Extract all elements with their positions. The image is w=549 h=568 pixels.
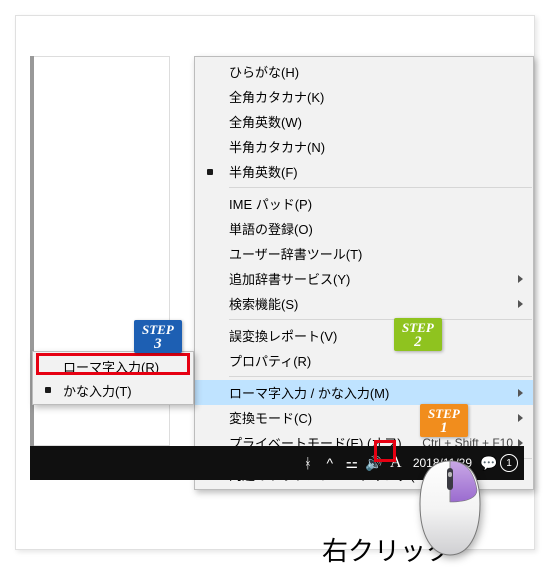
submenu-arrow-icon xyxy=(518,414,523,422)
menu-ime-pad[interactable]: IME パッド(P) xyxy=(195,191,533,216)
network-icon[interactable]: ⚍ xyxy=(341,455,363,472)
step-word: STEP xyxy=(428,407,460,421)
submenu-romaji[interactable]: ローマ字入力(R) xyxy=(33,354,193,378)
menu-label: IME パッド(P) xyxy=(229,194,312,213)
menu-label: ローマ字入力(R) xyxy=(63,357,159,376)
checked-icon xyxy=(45,387,51,393)
taskbar-badge[interactable]: 1 xyxy=(500,454,518,472)
submenu-arrow-icon xyxy=(518,300,523,308)
menu-romaji-kana[interactable]: ローマ字入力 / かな入力(M) xyxy=(195,380,533,405)
menu-register-word[interactable]: 単語の登録(O) xyxy=(195,216,533,241)
mouse-illustration xyxy=(414,458,486,558)
checked-icon xyxy=(207,169,213,175)
step-3-badge: STEP3 xyxy=(134,320,182,353)
menu-separator xyxy=(229,187,532,188)
menu-label: 全角カタカナ(K) xyxy=(229,87,324,106)
menu-label: 単語の登録(O) xyxy=(229,219,313,238)
menu-extra-dict[interactable]: 追加辞書サービス(Y) xyxy=(195,266,533,291)
step-number: 2 xyxy=(414,335,422,349)
volume-icon[interactable]: 🔊 xyxy=(363,455,385,472)
menu-user-dict[interactable]: ユーザー辞書ツール(T) xyxy=(195,241,533,266)
menu-label: 追加辞書サービス(Y) xyxy=(229,269,350,288)
ime-mode-icon[interactable]: A xyxy=(385,454,407,472)
menu-separator xyxy=(229,376,532,377)
step-word: STEP xyxy=(142,323,174,337)
chevron-up-icon[interactable]: ^ xyxy=(319,455,341,471)
menu-label: ユーザー辞書ツール(T) xyxy=(229,244,362,263)
menu-misconv-report[interactable]: 誤変換レポート(V) xyxy=(195,323,533,348)
menu-conv-mode[interactable]: 変換モード(C) xyxy=(195,405,533,430)
submenu-kana[interactable]: かな入力(T) xyxy=(33,378,193,402)
menu-label: 半角カタカナ(N) xyxy=(229,137,325,156)
ime-context-menu: ひらがな(H) 全角カタカナ(K) 全角英数(W) 半角カタカナ(N) 半角英数… xyxy=(194,56,534,490)
step-number: 3 xyxy=(154,337,162,351)
menu-label: ひらがな(H) xyxy=(229,62,299,81)
submenu-arrow-icon xyxy=(518,275,523,283)
menu-half-alnum[interactable]: 半角英数(F) xyxy=(195,159,533,184)
menu-label: 誤変換レポート(V) xyxy=(229,326,337,345)
step-word: STEP xyxy=(402,321,434,335)
menu-properties[interactable]: プロパティ(R) xyxy=(195,348,533,373)
menu-label: プロパティ(R) xyxy=(229,351,311,370)
menu-label: 変換モード(C) xyxy=(229,408,312,427)
step-number: 1 xyxy=(440,421,448,435)
menu-search[interactable]: 検索機能(S) xyxy=(195,291,533,316)
menu-full-alnum[interactable]: 全角英数(W) xyxy=(195,109,533,134)
screenshot-canvas: ひらがな(H) 全角カタカナ(K) 全角英数(W) 半角カタカナ(N) 半角英数… xyxy=(15,15,535,550)
menu-label: 検索機能(S) xyxy=(229,294,298,313)
step-2-badge: STEP2 xyxy=(394,318,442,351)
menu-half-katakana[interactable]: 半角カタカナ(N) xyxy=(195,134,533,159)
menu-hiragana[interactable]: ひらがな(H) xyxy=(195,59,533,84)
romaji-kana-submenu: ローマ字入力(R) かな入力(T) xyxy=(32,351,194,405)
menu-separator xyxy=(229,319,532,320)
people-icon[interactable]: ᚼ xyxy=(297,455,319,471)
submenu-arrow-icon xyxy=(518,389,523,397)
menu-label: 全角英数(W) xyxy=(229,112,302,131)
menu-full-katakana[interactable]: 全角カタカナ(K) xyxy=(195,84,533,109)
menu-label: かな入力(T) xyxy=(63,381,132,400)
menu-label: ローマ字入力 / かな入力(M) xyxy=(229,383,389,402)
menu-label: 半角英数(F) xyxy=(229,162,298,181)
step-1-badge: STEP1 xyxy=(420,404,468,437)
